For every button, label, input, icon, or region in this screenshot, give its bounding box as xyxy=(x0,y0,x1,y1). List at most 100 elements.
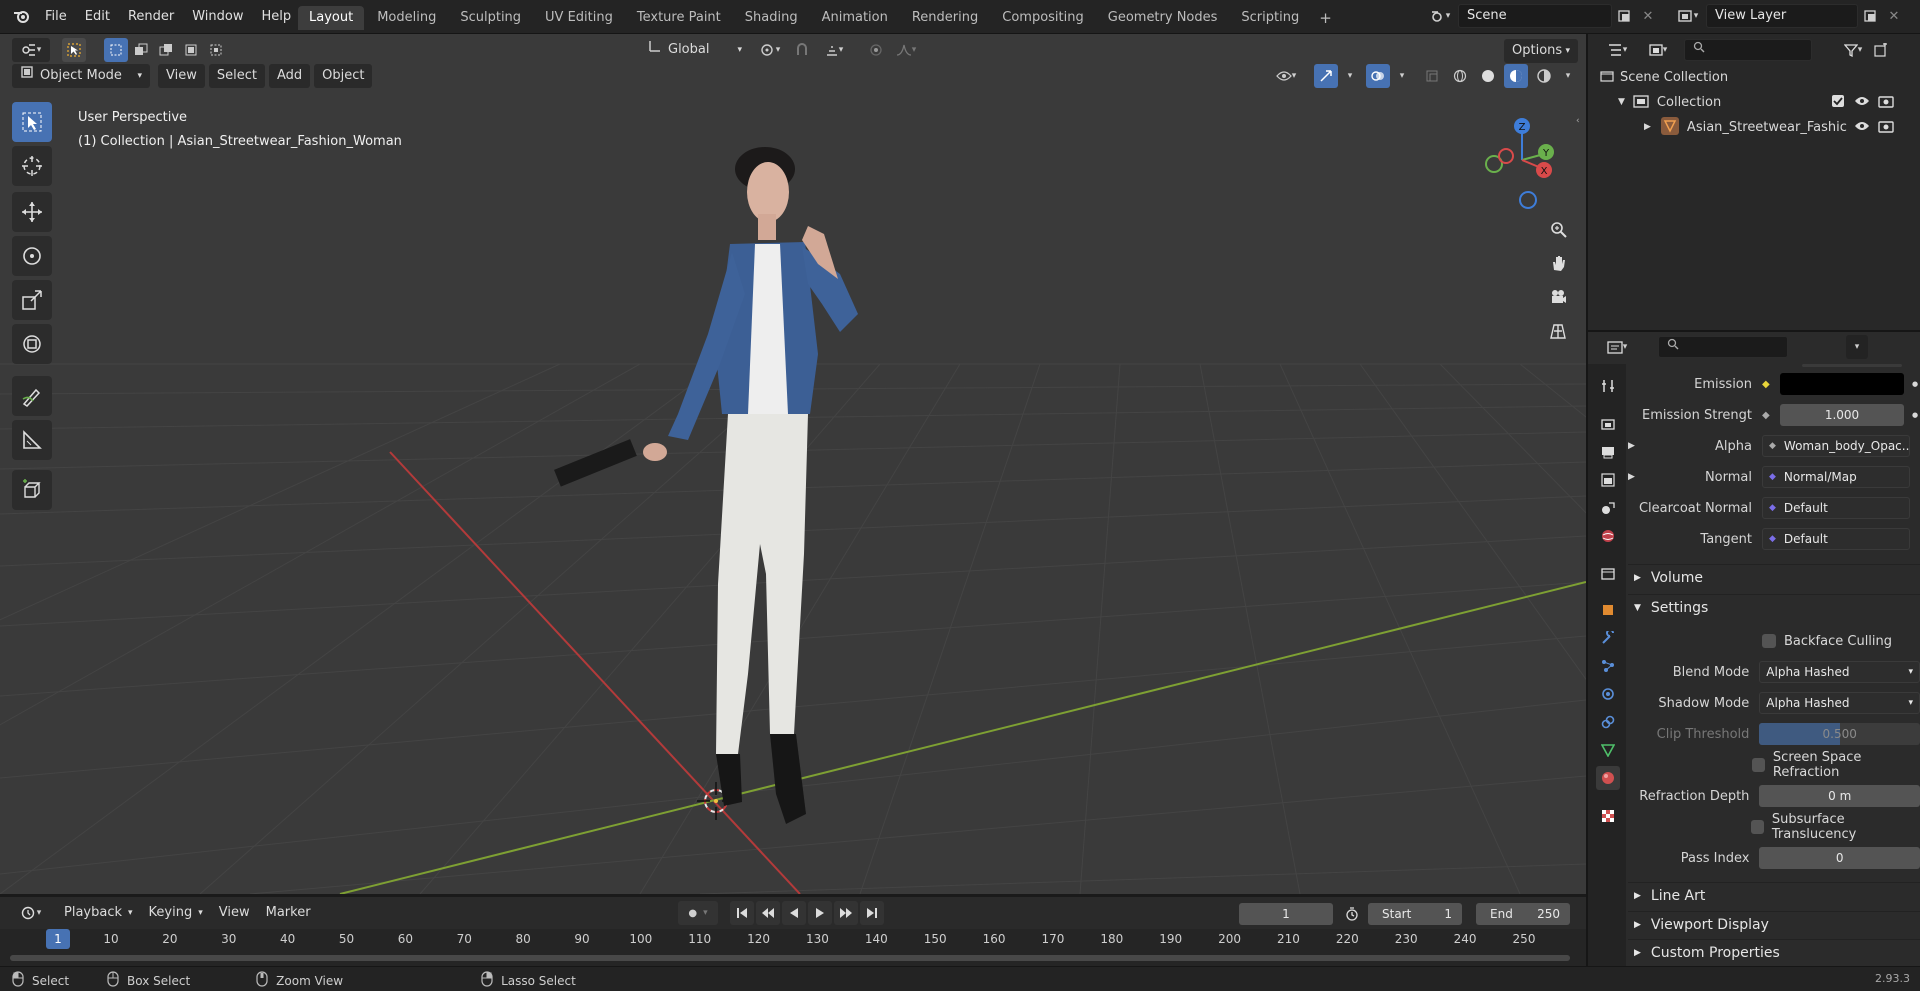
shading-rendered-icon[interactable] xyxy=(1532,64,1556,88)
outliner-collection-row[interactable]: ▼ Collection xyxy=(1618,92,1920,112)
properties-editor-type-icon[interactable]: ▾ xyxy=(1598,335,1636,359)
emission-color-swatch[interactable] xyxy=(1780,373,1904,395)
tab-uv-editing[interactable]: UV Editing xyxy=(534,6,624,30)
tool-select-box-icon[interactable] xyxy=(12,102,52,142)
shading-dropdown-icon[interactable]: ▾ xyxy=(1560,64,1576,88)
pan-hand-icon[interactable] xyxy=(1543,248,1573,278)
collapse-arrow-icon[interactable]: ▼ xyxy=(1618,97,1625,107)
timeline-editor-type-icon[interactable]: ▾ xyxy=(12,901,50,925)
clip-threshold-slider[interactable]: 0.500 xyxy=(1759,723,1920,745)
3d-viewport[interactable]: ▾ Global ▾ ▾ ▾ ▾ Options ▾ Object Mode ▾… xyxy=(0,34,1586,894)
tab-rendering[interactable]: Rendering xyxy=(901,6,989,30)
object-render-camera-icon[interactable] xyxy=(1878,119,1894,136)
zoom-icon[interactable] xyxy=(1543,214,1573,244)
next-keyframe-icon[interactable] xyxy=(834,901,858,925)
timeline-scrollbar-thumb[interactable] xyxy=(10,955,1570,961)
constraints-tab-icon[interactable] xyxy=(1596,710,1620,734)
tool-add-cube-icon[interactable] xyxy=(12,470,52,510)
tool-annotate-icon[interactable] xyxy=(12,376,52,416)
preview-range-clock-icon[interactable] xyxy=(1340,902,1364,926)
overlays-toggle-icon[interactable] xyxy=(1366,64,1390,88)
emission-keyframe-icon[interactable]: ● xyxy=(1912,380,1918,388)
tangent-field[interactable]: ◆ Default xyxy=(1762,528,1910,550)
menu-window[interactable]: Window xyxy=(183,5,252,29)
tool-scale-icon[interactable] xyxy=(12,280,52,320)
shading-wireframe-icon[interactable] xyxy=(1448,64,1472,88)
viewport-menu-view[interactable]: View xyxy=(158,64,205,88)
end-frame-field[interactable]: End 250 xyxy=(1476,903,1570,925)
expand-arrow-icon[interactable]: ▶ xyxy=(1644,122,1651,132)
volume-panel-header[interactable]: ▶ Volume xyxy=(1628,564,1920,588)
snap-toggle-icon[interactable] xyxy=(790,38,814,62)
tab-compositing[interactable]: Compositing xyxy=(991,6,1095,30)
tab-animation[interactable]: Animation xyxy=(811,6,899,30)
delete-scene-icon[interactable]: ✕ xyxy=(1636,4,1660,28)
material-tab-icon[interactable] xyxy=(1596,766,1620,790)
viewport-menu-object[interactable]: Object xyxy=(314,64,373,88)
visibility-icon[interactable]: ▾ xyxy=(1266,64,1306,88)
subsurface-row[interactable]: Subsurface Translucency xyxy=(1628,812,1920,842)
emission-strength-socket-icon[interactable]: ◆ xyxy=(1762,410,1780,421)
proportional-edit-icon[interactable] xyxy=(864,38,888,62)
tab-scripting[interactable]: Scripting xyxy=(1230,6,1310,30)
props-scroll-indicator[interactable] xyxy=(1802,364,1902,367)
prev-keyframe-icon[interactable] xyxy=(756,901,780,925)
collection-tab-icon[interactable] xyxy=(1596,562,1620,586)
custom-properties-panel-header[interactable]: ▶ Custom Properties xyxy=(1628,939,1920,963)
falloff-icon[interactable]: ▾ xyxy=(888,38,924,62)
marker-menu[interactable]: Marker xyxy=(258,901,319,925)
new-scene-icon[interactable] xyxy=(1612,4,1636,28)
menu-render[interactable]: Render xyxy=(119,5,183,29)
outliner-search-input[interactable] xyxy=(1684,39,1812,61)
viewport-menu-add[interactable]: Add xyxy=(268,64,311,88)
render-tab-icon[interactable] xyxy=(1596,412,1620,436)
shading-material-icon[interactable] xyxy=(1504,64,1528,88)
scene-tab-icon[interactable] xyxy=(1596,496,1620,520)
outliner-editor-type-icon[interactable]: ▾ xyxy=(1598,38,1636,62)
select-new-icon[interactable] xyxy=(104,38,128,62)
options-dropdown[interactable]: Options ▾ xyxy=(1504,39,1578,63)
keying-menu[interactable]: Keying ▾ xyxy=(141,901,211,925)
world-tab-icon[interactable] xyxy=(1596,524,1620,548)
tool-tab-icon[interactable] xyxy=(1596,374,1620,398)
blend-mode-dropdown[interactable]: Alpha Hashed ▾ xyxy=(1759,661,1920,683)
backface-culling-row[interactable]: Backface Culling xyxy=(1628,628,1920,654)
character-model[interactable] xyxy=(540,114,920,834)
select-extend-icon[interactable] xyxy=(129,38,153,62)
timeline-view-menu[interactable]: View xyxy=(211,901,258,925)
alpha-link-field[interactable]: ◆ Woman_body_Opac... xyxy=(1762,435,1910,457)
tool-rotate-icon[interactable] xyxy=(12,236,52,276)
outliner-root-row[interactable]: Scene Collection xyxy=(1600,67,1728,87)
menu-help[interactable]: Help xyxy=(253,5,301,29)
ssr-checkbox[interactable] xyxy=(1751,758,1765,772)
view-layer-name-field[interactable]: View Layer xyxy=(1706,4,1858,28)
xray-toggle-icon[interactable] xyxy=(1420,64,1444,88)
alpha-expand-icon[interactable]: ▶ xyxy=(1628,441,1635,451)
visibility-eye-icon[interactable] xyxy=(1854,95,1870,110)
normal-expand-icon[interactable]: ▶ xyxy=(1628,472,1635,482)
data-tab-icon[interactable] xyxy=(1596,738,1620,762)
properties-options-dropdown-icon[interactable]: ▾ xyxy=(1846,335,1868,359)
start-frame-field[interactable]: Start 1 xyxy=(1368,903,1462,925)
select-subtract-icon[interactable] xyxy=(154,38,178,62)
camera-view-icon[interactable] xyxy=(1543,282,1573,312)
menu-file[interactable]: File xyxy=(36,5,76,29)
display-mode-icon[interactable]: ▾ xyxy=(1640,38,1676,62)
subsurface-checkbox[interactable] xyxy=(1751,820,1764,834)
current-frame-field[interactable]: 1 xyxy=(1239,903,1333,925)
menu-edit[interactable]: Edit xyxy=(76,5,119,29)
tool-measure-icon[interactable] xyxy=(12,420,52,460)
shadow-mode-dropdown[interactable]: Alpha Hashed ▾ xyxy=(1759,692,1920,714)
object-tab-icon[interactable] xyxy=(1596,598,1620,622)
object-mode-dropdown[interactable]: Object Mode ▾ xyxy=(12,64,150,88)
emission-strength-keyframe-icon[interactable]: ● xyxy=(1912,411,1918,419)
pass-index-field[interactable]: 0 xyxy=(1759,847,1920,869)
tab-geometry-nodes[interactable]: Geometry Nodes xyxy=(1097,6,1229,30)
playback-menu[interactable]: Playback ▾ xyxy=(56,901,141,925)
filter-icon[interactable]: ▾ xyxy=(1834,38,1872,62)
collection-exclude-checkbox[interactable] xyxy=(1831,94,1845,111)
normal-link-field[interactable]: ◆ Normal/Map xyxy=(1762,466,1910,488)
tweak-select-icon[interactable] xyxy=(62,38,86,62)
view-layer-browse-icon[interactable]: ▾ xyxy=(1670,4,1706,28)
view-layer-tab-icon[interactable] xyxy=(1596,468,1620,492)
